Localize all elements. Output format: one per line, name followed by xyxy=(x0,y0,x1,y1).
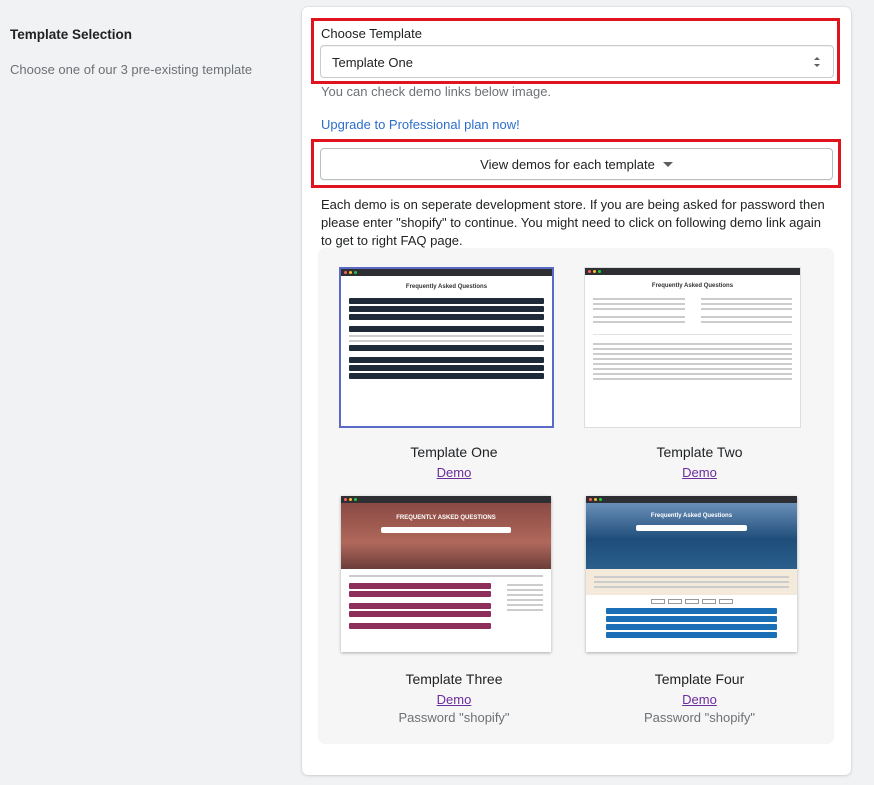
template-one-thumbnail[interactable]: Frequently Asked Questions xyxy=(339,267,554,428)
caret-down-icon xyxy=(662,161,673,167)
browser-bar xyxy=(585,268,800,275)
template-select[interactable]: Template One xyxy=(320,45,834,78)
section-title: Template Selection xyxy=(10,27,133,42)
template-one-demo-link[interactable]: Demo xyxy=(319,465,589,480)
chevron-up-down-icon xyxy=(814,57,820,67)
view-demos-button[interactable]: View demos for each template xyxy=(320,148,833,180)
template-three-password: Password "shopify" xyxy=(398,710,510,725)
template-gallery: Frequently Asked Questions Template One … xyxy=(319,249,833,743)
template-three-demo-link[interactable]: Demo xyxy=(319,692,589,707)
thumb-title: Frequently Asked Questions xyxy=(650,513,733,519)
template-one-name: Template One xyxy=(410,444,498,460)
template-two-thumbnail[interactable]: Frequently Asked Questions xyxy=(584,267,801,428)
template-three-name: Template Three xyxy=(405,671,503,687)
help-text: You can check demo links below image. xyxy=(321,84,552,99)
browser-bar xyxy=(341,269,552,276)
view-demos-label: View demos for each template xyxy=(480,156,655,172)
demo-note: Each demo is on seperate development sto… xyxy=(321,197,825,248)
template-select-value: Template One xyxy=(332,55,413,70)
section-description: Choose one of our 3 pre-existing templat… xyxy=(10,62,253,77)
template-card-three: FREQUENTLY ASKED QUESTIONS Template Thre… xyxy=(319,489,589,739)
template-two-name: Template Two xyxy=(656,444,743,460)
template-four-demo-link[interactable]: Demo xyxy=(572,692,827,707)
thumb-title: FREQUENTLY ASKED QUESTIONS xyxy=(396,515,496,521)
template-card-one: Frequently Asked Questions Template One … xyxy=(319,249,589,489)
choose-template-label: Choose Template xyxy=(321,26,422,41)
browser-bar xyxy=(341,496,551,503)
template-four-password: Password "shopify" xyxy=(643,710,756,725)
template-card-four: Frequently Asked Questions Template Four… xyxy=(572,489,827,739)
upgrade-link[interactable]: Upgrade to Professional plan now! xyxy=(321,117,520,132)
template-four-thumbnail[interactable]: Frequently Asked Questions xyxy=(586,496,797,652)
thumb-title: Frequently Asked Questions xyxy=(405,284,488,290)
template-two-demo-link[interactable]: Demo xyxy=(572,465,827,480)
thumb-title: Frequently Asked Questions xyxy=(651,283,734,289)
template-three-thumbnail[interactable]: FREQUENTLY ASKED QUESTIONS xyxy=(341,496,551,652)
template-card-two: Frequently Asked Questions Template Two … xyxy=(572,249,827,489)
browser-bar xyxy=(586,496,797,503)
template-four-name: Template Four xyxy=(654,671,745,687)
